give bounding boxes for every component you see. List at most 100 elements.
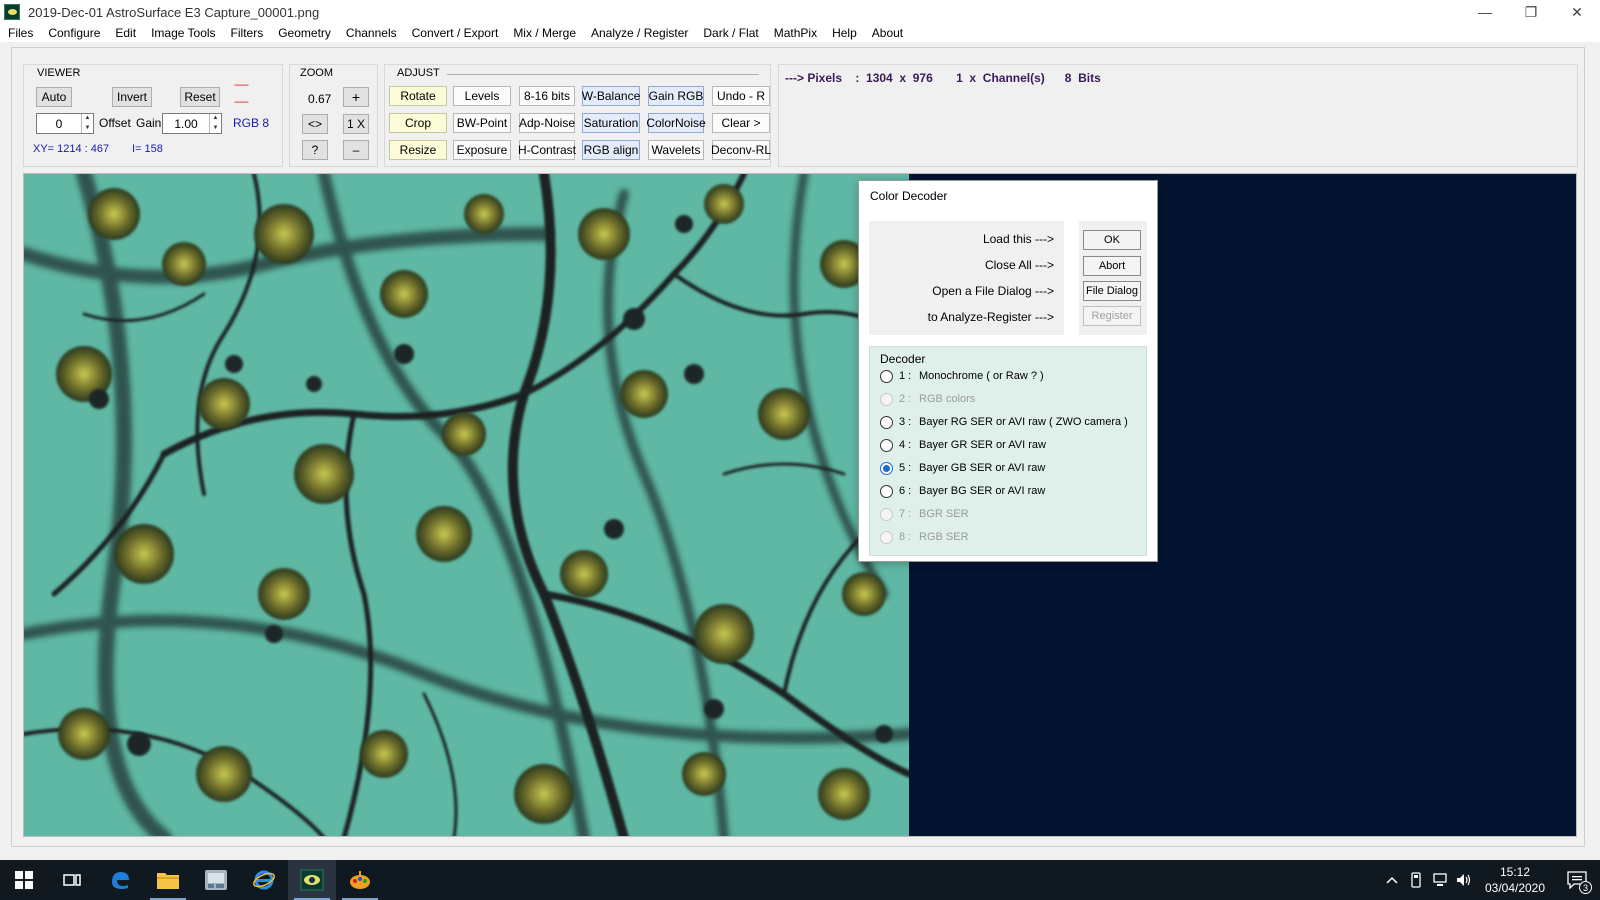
adjust-resize-button[interactable]: Resize [389,140,447,160]
viewer-title: VIEWER [37,67,81,79]
zoom-help-button[interactable]: ? [302,140,328,160]
offset-value: 0 [55,116,63,131]
menu-convert-export[interactable]: Convert / Export [412,26,499,40]
menu-help[interactable]: Help [832,26,857,40]
file-explorer-icon[interactable] [144,860,192,900]
down-arrow-icon[interactable]: ▼ [82,124,93,134]
adjust-rgb-align-button[interactable]: RGB align [582,140,640,160]
adjust-rotate-button[interactable]: Rotate [389,86,447,106]
adjust-bw-point-button[interactable]: BW-Point [453,113,511,133]
image-viewport[interactable] [23,173,1577,837]
app-icon [4,4,20,20]
menu-edit[interactable]: Edit [115,26,136,40]
clock[interactable]: 15:12 03/04/2020 [1476,864,1554,896]
menu-configure[interactable]: Configure [48,26,100,40]
restore-button[interactable]: ❐ [1508,0,1554,24]
viewer-panel: VIEWER Auto Invert Reset ------ ------ 0… [23,64,283,167]
decoder-option-1[interactable]: 1 : Monochrome ( or Raw ? ) [880,367,1044,385]
adjust-divider [447,74,759,75]
menu-geometry[interactable]: Geometry [278,26,331,40]
decoder-group-title: Decoder [880,352,926,366]
decoder-option-5[interactable]: 5 : Bayer GB SER or AVI raw [880,459,1045,477]
reset-button[interactable]: Reset [180,87,220,107]
close-button[interactable]: ✕ [1554,0,1600,24]
adjust-crop-button[interactable]: Crop [389,113,447,133]
offset-label: Offset [99,116,131,130]
abort-button[interactable]: Abort [1083,256,1141,276]
adjust-w-balance-button[interactable]: W-Balance [582,86,640,106]
task-view-icon[interactable] [48,860,96,900]
chevron-up-icon[interactable] [1380,860,1404,900]
radio-button[interactable] [880,415,893,429]
menu-mix-merge[interactable]: Mix / Merge [513,26,576,40]
adjust-colornoise-button[interactable]: ColorNoise [646,113,706,133]
gain-spinner-arrows[interactable]: ▲ ▼ [209,114,221,133]
decoder-option-3[interactable]: 3 : Bayer RG SER or AVI raw ( ZWO camera … [880,413,1128,431]
invert-button[interactable]: Invert [112,87,152,107]
adjust-wavelets-button[interactable]: Wavelets [648,140,704,160]
up-arrow-icon[interactable]: ▲ [82,114,93,124]
adjust-8-16-bits-button[interactable]: 8-16 bits [519,86,575,106]
clock-date: 03/04/2020 [1484,881,1546,895]
register-button[interactable]: Register [1083,306,1141,326]
ok-button[interactable]: OK [1083,230,1141,250]
adjust-deconv-rl-button[interactable]: Deconv-RL [711,140,771,160]
adjust-levels-button[interactable]: Levels [453,86,511,106]
dialog-actions-panel: Load this ---> Close All ---> Open a Fil… [869,221,1064,335]
down-arrow-icon[interactable]: ▼ [210,124,221,134]
taskbar: 15:12 03/04/2020 3 [0,860,1600,900]
menu-channels[interactable]: Channels [346,26,397,40]
zoom-in-button[interactable]: + [343,87,369,107]
adjust-saturation-button[interactable]: Saturation [582,113,640,133]
auto-button[interactable]: Auto [36,87,72,107]
adjust-clear-button[interactable]: Clear > [712,113,770,133]
menu-analyze-register[interactable]: Analyze / Register [591,26,688,40]
radio-button[interactable] [880,438,893,452]
minimize-button[interactable]: — [1462,0,1508,24]
gain-label: Gain [136,116,162,130]
menu-about[interactable]: About [872,26,903,40]
zoom-fit-button[interactable]: <> [302,114,328,134]
radio-button[interactable] [880,461,893,475]
up-arrow-icon[interactable]: ▲ [210,114,221,124]
photos-app-icon[interactable] [192,860,240,900]
decoder-option-number: 5 : [899,462,912,474]
adjust-h-contrast-button[interactable]: H-Contrast [518,140,576,160]
gain-spinner[interactable]: 1.00 ▲ ▼ [162,113,222,134]
menu-image-tools[interactable]: Image Tools [151,26,215,40]
adjust-gain-rgb-button[interactable]: Gain RGB [648,86,704,106]
zoom-out-button[interactable]: – [343,140,369,160]
zoom-1x-button[interactable]: 1 X [343,114,369,134]
adjust-exposure-button[interactable]: Exposure [453,140,511,160]
decoder-option-number: 2 : [899,393,912,405]
notification-center-icon[interactable]: 3 [1554,860,1600,900]
menu-mathpix[interactable]: MathPix [774,26,817,40]
usb-device-icon[interactable] [1404,860,1428,900]
adjust-adp-noise-button[interactable]: Adp-Noise [519,113,575,133]
adjust-undo-r-button[interactable]: Undo - R [712,86,770,106]
volume-icon[interactable] [1452,860,1476,900]
astrosurface-taskbar-icon[interactable] [288,860,336,900]
paint-app-icon[interactable] [336,860,384,900]
offset-spinner[interactable]: 0 ▲ ▼ [36,113,94,134]
decoder-option-6[interactable]: 6 : Bayer BG SER or AVI raw [880,482,1045,500]
radio-button [880,530,893,544]
decoder-option-label: RGB colors [919,393,976,405]
status-dash-1: ------ [234,80,249,91]
radio-button[interactable] [880,484,893,498]
internet-explorer-icon[interactable] [240,860,288,900]
system-tray: 15:12 03/04/2020 3 [1380,860,1600,900]
edge-icon[interactable] [96,860,144,900]
photo-drawing [24,174,909,836]
offset-spinner-arrows[interactable]: ▲ ▼ [81,114,93,133]
menu-dark-flat[interactable]: Dark / Flat [703,26,758,40]
menu-filters[interactable]: Filters [231,26,264,40]
file-dialog-button[interactable]: File Dialog [1083,281,1141,301]
tree-branches-image[interactable] [24,174,909,836]
radio-button[interactable] [880,369,893,383]
network-icon[interactable] [1428,860,1452,900]
decoder-option-4[interactable]: 4 : Bayer GR SER or AVI raw [880,436,1046,454]
menu-files[interactable]: Files [8,26,33,40]
decoder-option-number: 6 : [899,485,912,497]
windows-start-icon[interactable] [0,860,48,900]
